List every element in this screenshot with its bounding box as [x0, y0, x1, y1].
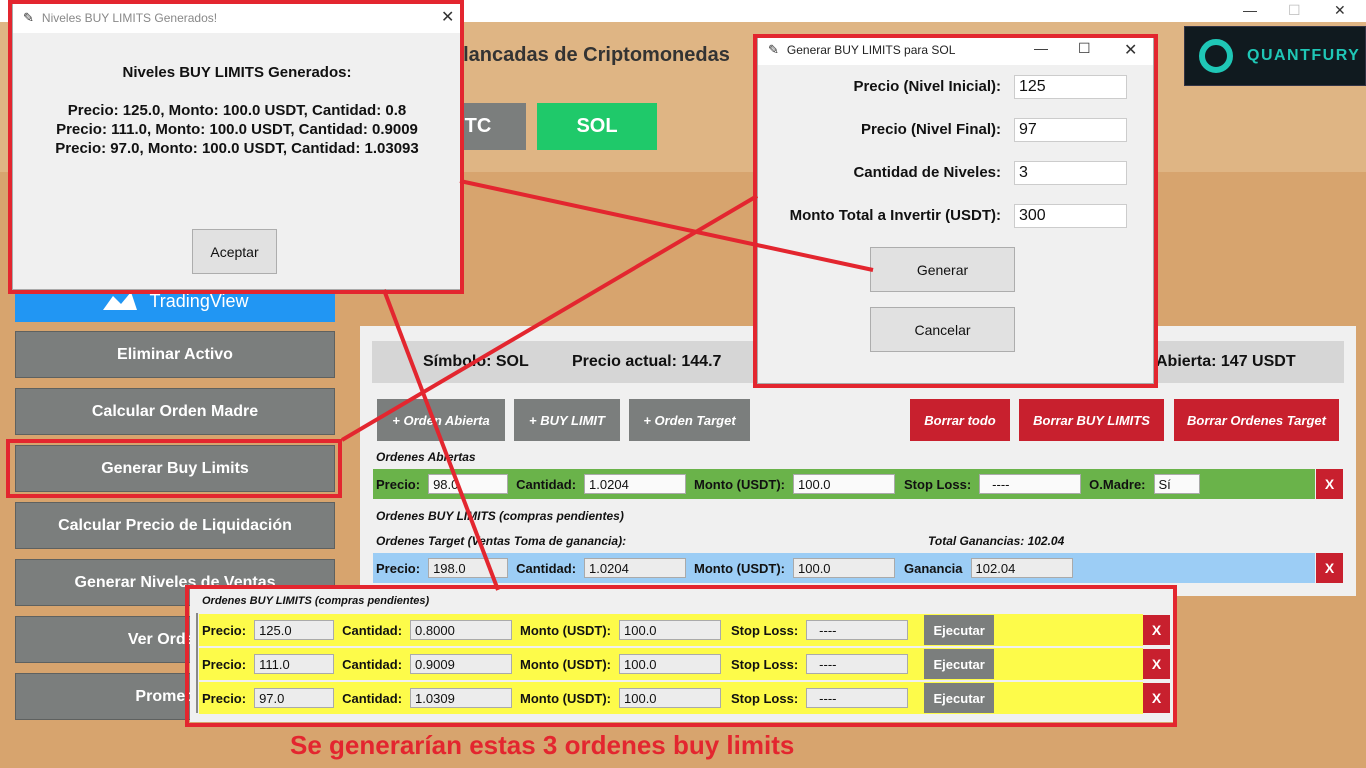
annotation-arrows: [340, 179, 874, 591]
arrow-levels-to-popup: [382, 289, 500, 591]
arrow-levels-to-generate: [459, 179, 874, 272]
annotation-caption: Se generarían estas 3 ordenes buy limits: [290, 730, 795, 760]
